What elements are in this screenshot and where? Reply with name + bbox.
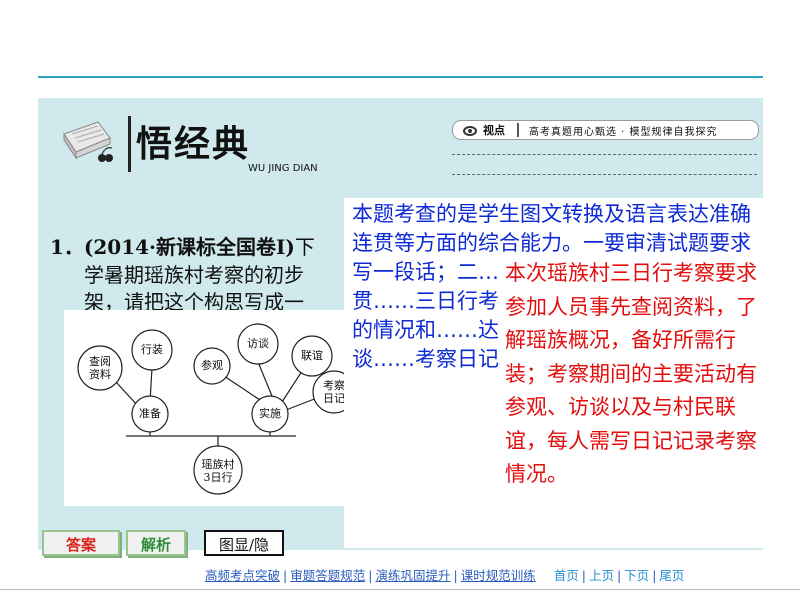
header-divider xyxy=(128,116,131,172)
nav-separator: | xyxy=(652,568,657,583)
book-icon xyxy=(58,112,118,168)
section-title: 悟经典 xyxy=(136,123,251,165)
viewpoint-separator xyxy=(517,123,519,137)
node-root: 瑶族村 3日行 xyxy=(201,458,235,484)
question-line-1: 1．(2014·新课标全国卷Ⅰ)下 xyxy=(50,234,315,260)
section-subtitle: WU JING DIAN xyxy=(248,163,318,174)
toggle-figure-button[interactable]: 图显/隐 xyxy=(204,530,284,556)
nav-separator: | xyxy=(616,568,622,583)
node-gear: 行装 xyxy=(141,343,163,356)
bottom-rule xyxy=(0,589,800,590)
viewpoint-bar: 视点 高考真题用心甄选 · 模型规律自我探究 xyxy=(452,118,759,176)
nav-separator: | xyxy=(581,568,586,583)
bottom-nav: 高频考点突破 | 审题答题规范 | 演练巩固提升 | 课时规范训练 首页 | 上页 | 下页 | 尾页 xyxy=(205,565,684,585)
analysis-button[interactable]: 解析 xyxy=(126,530,186,556)
question-line-2: 学暑期瑶族村考察的初步 xyxy=(84,263,304,287)
dashed-line xyxy=(452,174,757,175)
viewpoint-text: 高考真题用心甄选 · 模型规律自我探究 xyxy=(529,127,718,138)
nav-prev-page[interactable]: 上页 xyxy=(589,568,614,583)
nav-separator: | xyxy=(368,568,373,583)
node-visit: 参观 xyxy=(201,359,223,372)
viewpoint-label: 视点 xyxy=(483,124,505,137)
question-source: (2014·新课标全国卷Ⅰ) xyxy=(83,235,295,259)
nav-first-page[interactable]: 首页 xyxy=(554,568,579,583)
node-friend: 联谊 xyxy=(301,349,323,362)
viewpoint-header: 视点 高考真题用心甄选 · 模型规律自我探究 xyxy=(452,120,759,140)
top-rule xyxy=(38,76,763,78)
question-text: 下 xyxy=(294,235,315,259)
question-number: 1． xyxy=(50,235,84,259)
nav-last-page[interactable]: 尾页 xyxy=(659,568,684,583)
nav-link-lesson-training[interactable]: 课时规范训练 xyxy=(461,568,536,583)
answer-text: 本次瑶族村三日行考察要求参加人员事先查阅资料，了解瑶族概况，备好所需行装；考察期… xyxy=(505,261,757,486)
nav-next-page[interactable]: 下页 xyxy=(624,568,649,583)
node-impl: 实施 xyxy=(259,407,281,420)
answer-button[interactable]: 答案 xyxy=(42,530,120,556)
nav-link-answer-norms[interactable]: 审题答题规范 xyxy=(290,568,365,583)
nav-separator: | xyxy=(283,568,288,583)
dashed-line xyxy=(452,154,757,155)
eye-icon xyxy=(463,126,477,136)
node-research: 查阅 资料 xyxy=(89,355,111,381)
nav-separator: | xyxy=(453,568,458,583)
node-prep: 准备 xyxy=(139,407,161,420)
nav-link-high-frequency[interactable]: 高频考点突破 xyxy=(205,568,280,583)
mind-map-diagram: 瑶族村 3日行 准备 实施 查阅 资料 行装 参观 访谈 联谊 考察 日记 xyxy=(64,310,352,506)
node-interview: 访谈 xyxy=(247,337,269,350)
nav-link-practice[interactable]: 演练巩固提升 xyxy=(375,568,450,583)
